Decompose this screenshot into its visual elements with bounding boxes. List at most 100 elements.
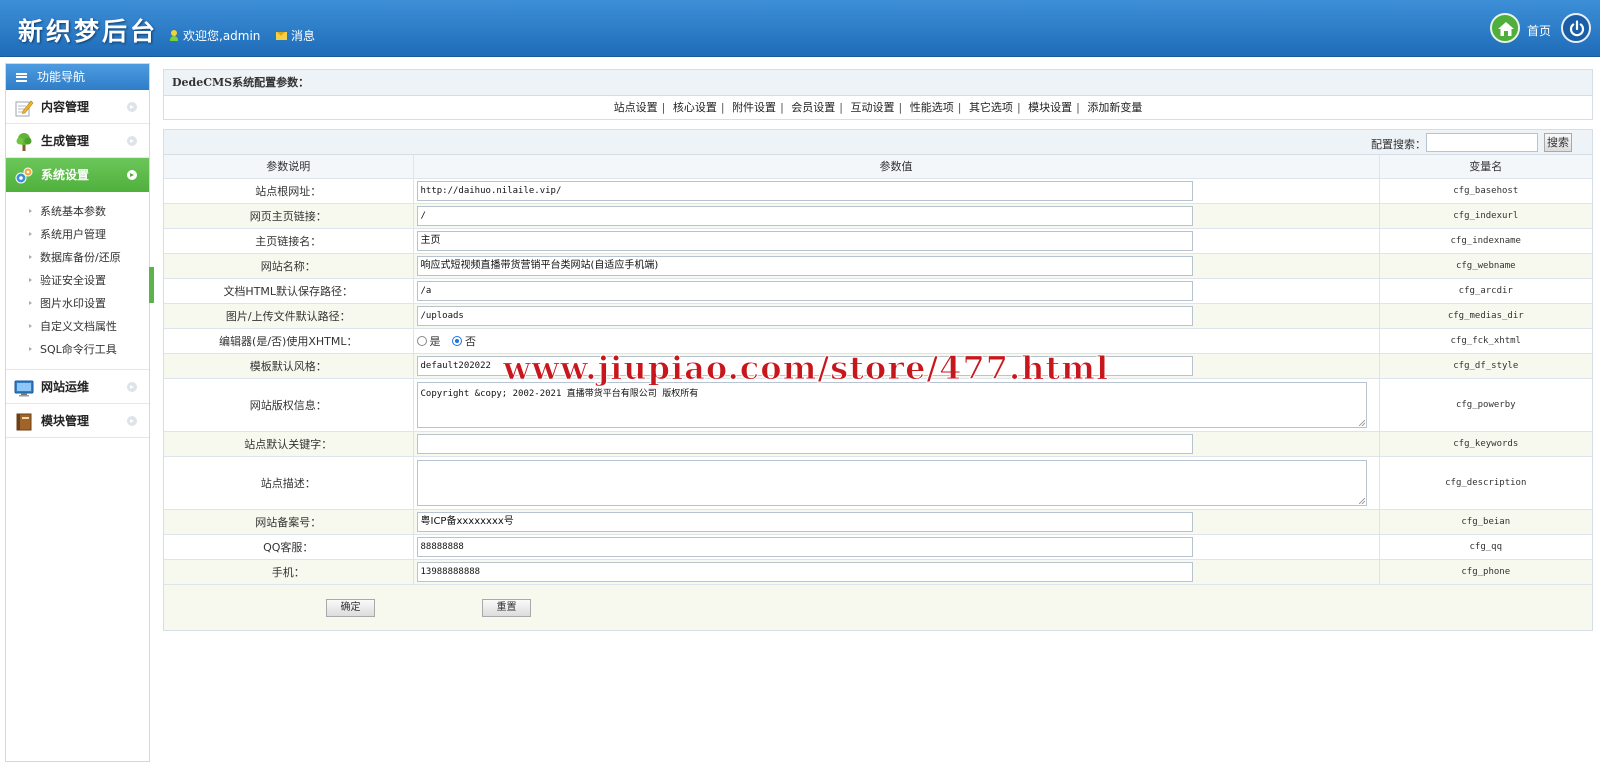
xhtml-yes-radio[interactable]: 是 [416, 333, 441, 349]
var-name: cfg_medias_dir [1379, 303, 1592, 329]
table-row: 手机： 13988888888 cfg_phone [164, 559, 1592, 585]
tab-members[interactable]: 会员设置 [791, 101, 835, 114]
var-name: cfg_qq [1379, 534, 1592, 560]
table-row: 站点默认关键字： cfg_keywords [164, 431, 1592, 457]
table-row: 网站版权信息： Copyright &copy; 2002-2021 直播带货平… [164, 378, 1592, 432]
var-name: cfg_keywords [1379, 431, 1592, 457]
power-icon[interactable] [1561, 13, 1591, 43]
var-name: cfg_indexurl [1379, 203, 1592, 229]
menu-icon [16, 72, 27, 82]
tab-core[interactable]: 核心设置 [673, 101, 717, 114]
gears-icon [14, 165, 34, 185]
submenu-item[interactable]: 自定义文档属性 [6, 315, 149, 338]
sidebar-item-label: 系统设置 [41, 168, 90, 182]
table-row: 网站名称： 响应式短视频直播带货营销平台类网站(自适应手机端) cfg_webn… [164, 253, 1592, 279]
column-header: 参数值 [413, 155, 1380, 179]
keywords-input[interactable] [416, 433, 1193, 454]
table-row: 文档HTML默认保存路径： /a cfg_arcdir [164, 278, 1592, 304]
table-row: 网页主页链接： / cfg_indexurl [164, 203, 1592, 229]
chevron-right-icon [127, 102, 137, 112]
indexurl-input[interactable]: / [416, 205, 1193, 226]
radio-checked-icon [452, 335, 462, 346]
form-actions: 确定 重置 [164, 584, 1592, 630]
pencil-note-icon [14, 97, 34, 117]
search-bar: 配置搜索： 搜索 [164, 130, 1592, 155]
submenu-system: 系统基本参数 系统用户管理 数据库备份/还原 验证安全设置 图片水印设置 自定义… [6, 192, 149, 370]
submenu-item[interactable]: 系统用户管理 [6, 223, 149, 246]
submenu-item[interactable]: SQL命令行工具 [6, 338, 149, 361]
table-row: 模板默认风格： default202022 cfg_df_style [164, 353, 1592, 379]
qq-input[interactable]: 88888888 [416, 536, 1193, 557]
monitor-icon [14, 377, 34, 397]
sidebar-item-system[interactable]: 系统设置 [6, 158, 149, 192]
search-label: 配置搜索： [1371, 138, 1426, 151]
sidebar-item-ops[interactable]: 网站运维 [6, 370, 149, 404]
table-row: 站点描述： cfg_description [164, 456, 1592, 510]
webname-input[interactable]: 响应式短视频直播带货营销平台类网站(自适应手机端) [416, 255, 1193, 276]
chevron-right-icon [127, 382, 137, 392]
tab-add-variable[interactable]: 添加新变量 [1087, 101, 1142, 114]
tab-site[interactable]: 站点设置 [614, 101, 658, 114]
table-row: 网站备案号： 粤ICP备xxxxxxxx号 cfg_beian [164, 509, 1592, 535]
var-name: cfg_df_style [1379, 353, 1592, 379]
config-panel: DedeCMS系统配置参数： 站点设置 | 核心设置 | 附件设置 | 会员设置 | 互… [163, 69, 1593, 120]
basehost-input[interactable]: http://daihuo.nilaile.vip/ [416, 180, 1193, 201]
search-input[interactable] [1426, 133, 1538, 152]
table-header: 参数说明 参数值 变量名 [164, 155, 1592, 179]
indexname-input[interactable]: 主页 [416, 230, 1193, 251]
powerby-textarea[interactable]: Copyright &copy; 2002-2021 直播带货平台有限公司 版权… [416, 381, 1367, 428]
submenu-item[interactable]: 系统基本参数 [6, 200, 149, 223]
arcdir-input[interactable]: /a [416, 280, 1193, 301]
column-header: 变量名 [1379, 155, 1592, 179]
xhtml-no-radio[interactable]: 否 [452, 333, 476, 349]
sidebar-item-modules[interactable]: 模块管理 [6, 404, 149, 438]
chevron-right-icon [127, 136, 137, 146]
tab-performance[interactable]: 性能选项 [910, 101, 954, 114]
sidebar-title: 功能导航 [37, 70, 86, 84]
confirm-button[interactable]: 确定 [326, 598, 375, 617]
medias-dir-input[interactable]: /uploads [416, 305, 1193, 326]
panel-title: DedeCMS系统配置参数： [164, 70, 1592, 96]
reset-button[interactable]: 重置 [482, 598, 531, 617]
param-label: 编辑器(是/否)使用XHTML： [164, 328, 414, 354]
sidebar-collapse-handle[interactable] [149, 267, 154, 303]
chevron-right-icon [127, 170, 137, 180]
messages-link[interactable]: 消息 [276, 27, 315, 44]
table-row: 主页链接名： 主页 cfg_indexname [164, 228, 1592, 254]
param-label: 网站备案号： [164, 509, 414, 535]
tree-icon [14, 131, 34, 151]
param-label: 站点根网址： [164, 178, 414, 204]
tab-interaction[interactable]: 互动设置 [851, 101, 895, 114]
phone-input[interactable]: 13988888888 [416, 561, 1193, 582]
df-style-input[interactable]: default202022 [416, 355, 1193, 376]
submenu-item[interactable]: 数据库备份/还原 [6, 246, 149, 269]
submenu-item[interactable]: 验证安全设置 [6, 269, 149, 292]
tab-modules[interactable]: 模块设置 [1028, 101, 1072, 114]
welcome-text: 欢迎您,admin [170, 27, 260, 44]
tab-other[interactable]: 其它选项 [969, 101, 1013, 114]
sidebar-item-content[interactable]: 内容管理 [6, 90, 149, 124]
submenu-item[interactable]: 图片水印设置 [6, 292, 149, 315]
sidebar: 功能导航 内容管理 生成管理 系统设置 系统基本参数 系统用户管理 数据库备份/… [5, 63, 150, 762]
table-row: 编辑器(是/否)使用XHTML： 是 否 cfg_fck_xhtml [164, 328, 1592, 354]
sidebar-item-label: 生成管理 [41, 133, 90, 148]
top-header: 新织梦后台 欢迎您,admin 消息 首页 [0, 0, 1600, 57]
description-textarea[interactable] [416, 459, 1367, 506]
home-icon[interactable] [1490, 13, 1520, 43]
sidebar-header: 功能导航 [6, 64, 149, 90]
param-label: 文档HTML默认保存路径： [164, 278, 414, 304]
param-label: 手机： [164, 559, 414, 585]
beian-input[interactable]: 粤ICP备xxxxxxxx号 [416, 511, 1193, 532]
var-name: cfg_fck_xhtml [1379, 328, 1592, 354]
main-content: DedeCMS系统配置参数： 站点设置 | 核心设置 | 附件设置 | 会员设置 | 互… [163, 69, 1593, 631]
table-row: 图片/上传文件默认路径： /uploads cfg_medias_dir [164, 303, 1592, 329]
table-row: QQ客服： 88888888 cfg_qq [164, 534, 1592, 560]
tab-attachments[interactable]: 附件设置 [732, 101, 776, 114]
home-link[interactable]: 首页 [1527, 22, 1551, 39]
site-logo: 新织梦后台 [18, 17, 159, 46]
search-button[interactable]: 搜索 [1544, 133, 1572, 152]
var-name: cfg_powerby [1379, 378, 1592, 432]
user-icon [170, 30, 178, 41]
var-name: cfg_beian [1379, 509, 1592, 535]
sidebar-item-generate[interactable]: 生成管理 [6, 124, 149, 158]
